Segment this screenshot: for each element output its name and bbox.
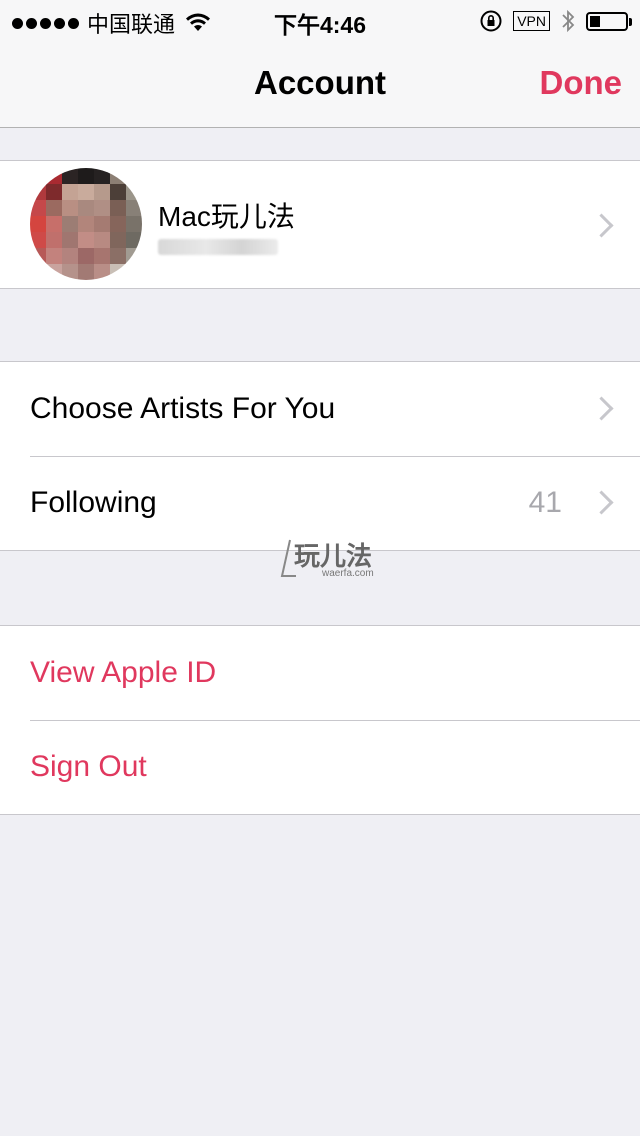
profile-email-redacted (158, 239, 278, 255)
vpn-badge: VPN (513, 11, 550, 31)
done-button[interactable]: Done (540, 64, 623, 102)
status-bar: 中国联通 下午4:46 VPN (0, 0, 640, 40)
profile-name: Mac玩儿法 (158, 201, 295, 232)
following-label: Following (30, 486, 157, 519)
chevron-right-icon (589, 213, 614, 238)
profile-cell[interactable]: Mac玩儿法 (0, 161, 640, 288)
apple-id-group: View Apple ID Sign Out (0, 625, 640, 815)
rotation-lock-icon (480, 10, 502, 32)
view-apple-id-button[interactable]: View Apple ID (30, 626, 216, 720)
battery-icon (586, 11, 632, 31)
navigation-bar: Account Done (0, 40, 640, 128)
status-right: VPN (479, 8, 632, 34)
battery-level (590, 15, 600, 27)
bluetooth-icon (562, 9, 575, 33)
recommendations-group: Choose Artists For You Following 41 (0, 361, 640, 551)
chevron-right-icon (589, 396, 614, 421)
avatar (30, 168, 142, 280)
chevron-right-icon (589, 490, 614, 515)
choose-artists-cell[interactable]: Choose Artists For You (0, 362, 640, 456)
view-apple-id-cell[interactable]: View Apple ID (0, 626, 640, 720)
following-count: 41 (528, 486, 562, 519)
profile-group: Mac玩儿法 (0, 160, 640, 289)
sign-out-cell[interactable]: Sign Out (0, 720, 640, 814)
sign-out-button[interactable]: Sign Out (30, 720, 147, 814)
choose-artists-label: Choose Artists For You (30, 392, 336, 425)
watermark-logo: 玩儿法 waerfa.com (278, 536, 378, 580)
